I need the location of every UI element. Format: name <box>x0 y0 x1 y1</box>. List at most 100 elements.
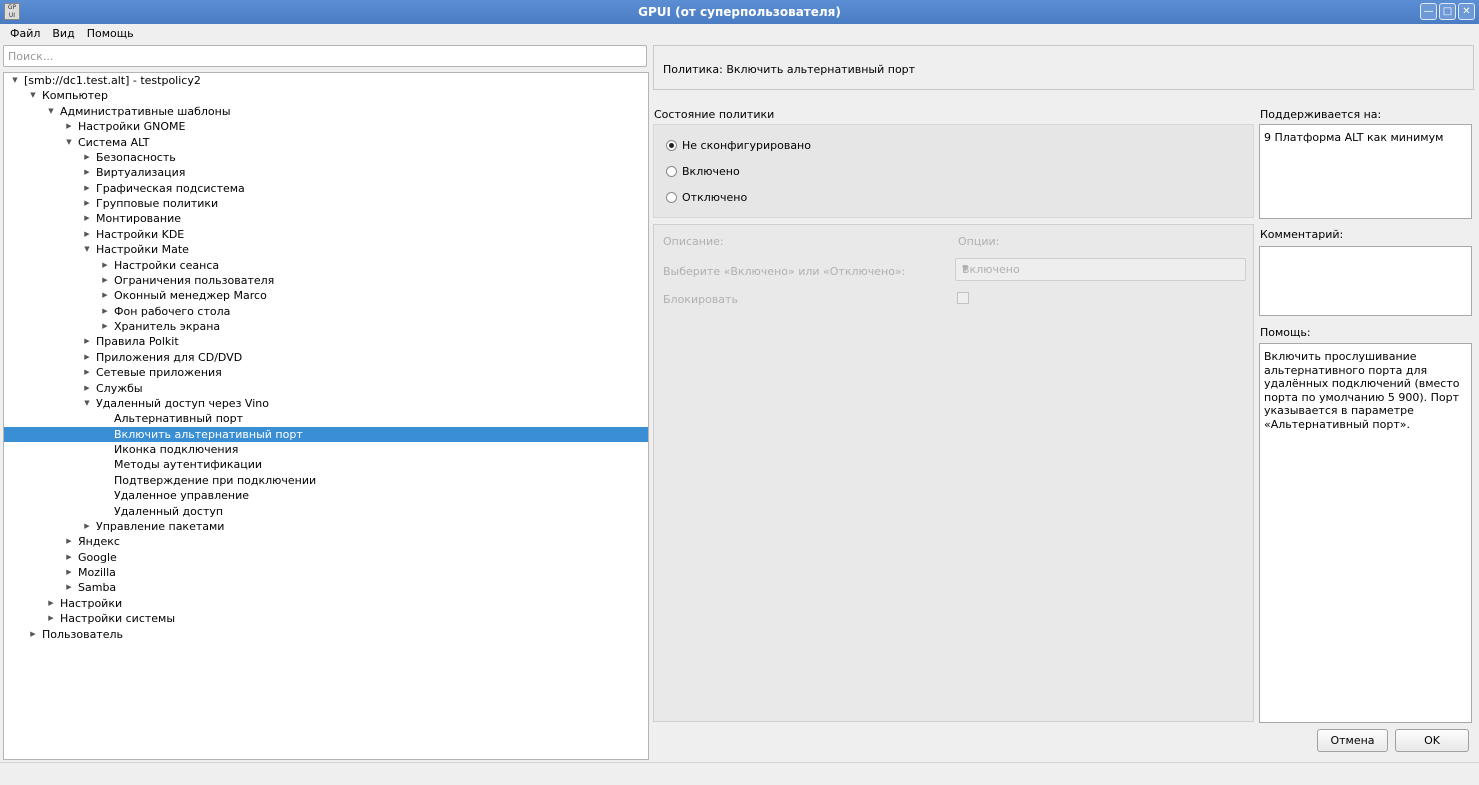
tree-node[interactable]: ▶ Samba <box>4 580 648 595</box>
tree-node[interactable]: ▶ Настройки <box>4 596 648 611</box>
caret-right-icon[interactable]: ▶ <box>82 196 92 211</box>
caret-right-icon[interactable]: ▶ <box>82 350 92 365</box>
radio-indicator[interactable] <box>666 192 677 203</box>
caret-down-icon[interactable]: ▼ <box>28 88 38 103</box>
tree-node-label: Управление пакетами <box>96 519 225 533</box>
caret-right-icon[interactable]: ▶ <box>82 365 92 380</box>
caret-right-icon[interactable]: ▶ <box>82 381 92 396</box>
tree-node[interactable]: ▶ Mozilla <box>4 565 648 580</box>
caret-down-icon[interactable]: ▼ <box>10 73 20 88</box>
lock-checkbox[interactable] <box>957 292 969 304</box>
tree-node[interactable]: ▶ Приложения для CD/DVD <box>4 350 648 365</box>
tree-node[interactable]: ▶ Настройки сеанса <box>4 258 648 273</box>
tree-node[interactable]: Альтернативный порт <box>4 411 648 426</box>
tree-node[interactable]: ▶ Безопасность <box>4 150 648 165</box>
tree-node-label: Google <box>78 550 117 564</box>
caret-right-icon[interactable]: ▶ <box>28 627 38 642</box>
caret-right-icon[interactable]: ▶ <box>100 258 110 273</box>
policy-tree: ▼ [smb://dc1.test.alt] - testpolicy2 ▼ Комп… <box>3 72 649 760</box>
enable-combo[interactable]: Включено ▼ <box>955 258 1246 281</box>
tree-node[interactable]: ▶ Монтирование <box>4 211 648 226</box>
menu-help[interactable]: Помощь <box>83 24 138 44</box>
tree-node[interactable]: ▶ Фон рабочего стола <box>4 304 648 319</box>
caret-right-icon[interactable]: ▶ <box>64 580 74 595</box>
tree-node[interactable]: ▶ Ограничения пользователя <box>4 273 648 288</box>
tree-node[interactable]: ▶ Google <box>4 550 648 565</box>
tree-node[interactable]: ▼ Административные шаблоны <box>4 104 648 119</box>
tree-node-label: Включить альтернативный порт <box>114 427 303 441</box>
caret-right-icon[interactable]: ▶ <box>100 288 110 303</box>
caret-right-icon[interactable]: ▶ <box>82 227 92 242</box>
tree-node[interactable]: ▶ Оконный менеджер Marco <box>4 288 648 303</box>
caret-right-icon[interactable]: ▶ <box>64 534 74 549</box>
tree-node[interactable]: ▶ Виртуализация <box>4 165 648 180</box>
tree-node[interactable]: ▶ Настройки KDE <box>4 227 648 242</box>
options-label: Опции: <box>958 235 1000 248</box>
tree-node-label: Удаленный доступ через Vino <box>96 396 269 410</box>
tree-node[interactable]: ▶ Настройки GNOME <box>4 119 648 134</box>
tree-node[interactable]: ▶ Пользователь <box>4 627 648 642</box>
tree-node[interactable]: Методы аутентификации <box>4 457 648 472</box>
search-input[interactable] <box>3 45 647 67</box>
tree-node[interactable]: ▶ Правила Polkit <box>4 334 648 349</box>
caret-right-icon[interactable]: ▶ <box>46 611 56 626</box>
tree-node[interactable]: ▼ [smb://dc1.test.alt] - testpolicy2 <box>4 73 648 88</box>
title-bar: GP UI GPUI (от суперпользователя) — □ ✕ <box>0 0 1479 24</box>
radio-not-configured[interactable]: Не сконфигурировано <box>666 139 811 152</box>
policy-header: Политика: Включить альтернативный порт <box>653 45 1474 90</box>
radio-indicator[interactable] <box>666 166 677 177</box>
caret-right-icon[interactable]: ▶ <box>82 211 92 226</box>
close-icon[interactable]: ✕ <box>1458 3 1475 20</box>
caret-right-icon[interactable]: ▶ <box>82 165 92 180</box>
caret-down-icon[interactable]: ▼ <box>82 242 92 257</box>
caret-right-icon[interactable]: ▶ <box>64 565 74 580</box>
cancel-button[interactable]: Отмена <box>1317 729 1388 752</box>
caret-right-icon[interactable]: ▶ <box>82 150 92 165</box>
ok-button[interactable]: OK <box>1395 729 1469 752</box>
tree-node[interactable]: Подтверждение при подключении <box>4 473 648 488</box>
caret-down-icon[interactable]: ▼ <box>46 104 56 119</box>
maximize-icon[interactable]: □ <box>1439 3 1456 20</box>
tree-node[interactable]: Иконка подключения <box>4 442 648 457</box>
caret-right-icon[interactable]: ▶ <box>100 304 110 319</box>
caret-right-icon[interactable]: ▶ <box>100 273 110 288</box>
tree-node[interactable]: ▼ Компьютер <box>4 88 648 103</box>
caret-right-icon[interactable]: ▶ <box>64 550 74 565</box>
caret-right-icon[interactable]: ▶ <box>64 119 74 134</box>
tree-node-label: Альтернативный порт <box>114 412 244 426</box>
tree-node[interactable]: ▶ Графическая подсистема <box>4 181 648 196</box>
caret-right-icon[interactable]: ▶ <box>100 319 110 334</box>
tree-node-label: Службы <box>96 381 143 395</box>
tree-node[interactable]: ▶ Сетевые приложения <box>4 365 648 380</box>
comment-textarea[interactable] <box>1259 246 1472 316</box>
caret-right-icon[interactable]: ▶ <box>82 334 92 349</box>
tree-node-label: Иконка подключения <box>114 443 239 456</box>
caret-down-icon[interactable]: ▼ <box>64 135 74 150</box>
tree-node[interactable]: ▶ Управление пакетами <box>4 519 648 534</box>
caret-right-icon[interactable]: ▶ <box>82 181 92 196</box>
caret-right-icon[interactable]: ▶ <box>46 596 56 611</box>
caret-right-icon[interactable]: ▶ <box>82 519 92 534</box>
menu-view[interactable]: Вид <box>48 24 78 44</box>
tree-node[interactable]: ▼ Настройки Mate <box>4 242 648 257</box>
tree-node[interactable]: ▶ Групповые политики <box>4 196 648 211</box>
tree-node-label: Приложения для CD/DVD <box>96 350 243 364</box>
caret-down-icon[interactable]: ▼ <box>82 396 92 411</box>
radio-enabled[interactable]: Включено <box>666 165 740 178</box>
menu-file[interactable]: Файл <box>6 24 44 44</box>
tree-node[interactable]: ▶ Хранитель экрана <box>4 319 648 334</box>
tree-node[interactable]: Удаленное управление <box>4 488 648 503</box>
tree-node[interactable]: Включить альтернативный порт <box>4 426 648 442</box>
radio-indicator[interactable] <box>666 140 677 151</box>
minimize-icon[interactable]: — <box>1420 3 1437 20</box>
tree-node[interactable]: ▼ Система ALT <box>4 135 648 150</box>
tree-node-label: Виртуализация <box>96 166 186 180</box>
menu-bar: Файл Вид Помощь <box>0 24 1479 44</box>
tree-node[interactable]: ▶ Яндекс <box>4 534 648 549</box>
tree-node[interactable]: ▶ Настройки системы <box>4 611 648 626</box>
radio-label: Включено <box>682 165 740 178</box>
tree-node[interactable]: Удаленный доступ <box>4 504 648 519</box>
radio-disabled[interactable]: Отключено <box>666 191 747 204</box>
tree-node[interactable]: ▶ Службы <box>4 381 648 396</box>
tree-node[interactable]: ▼ Удаленный доступ через Vino <box>4 396 648 411</box>
